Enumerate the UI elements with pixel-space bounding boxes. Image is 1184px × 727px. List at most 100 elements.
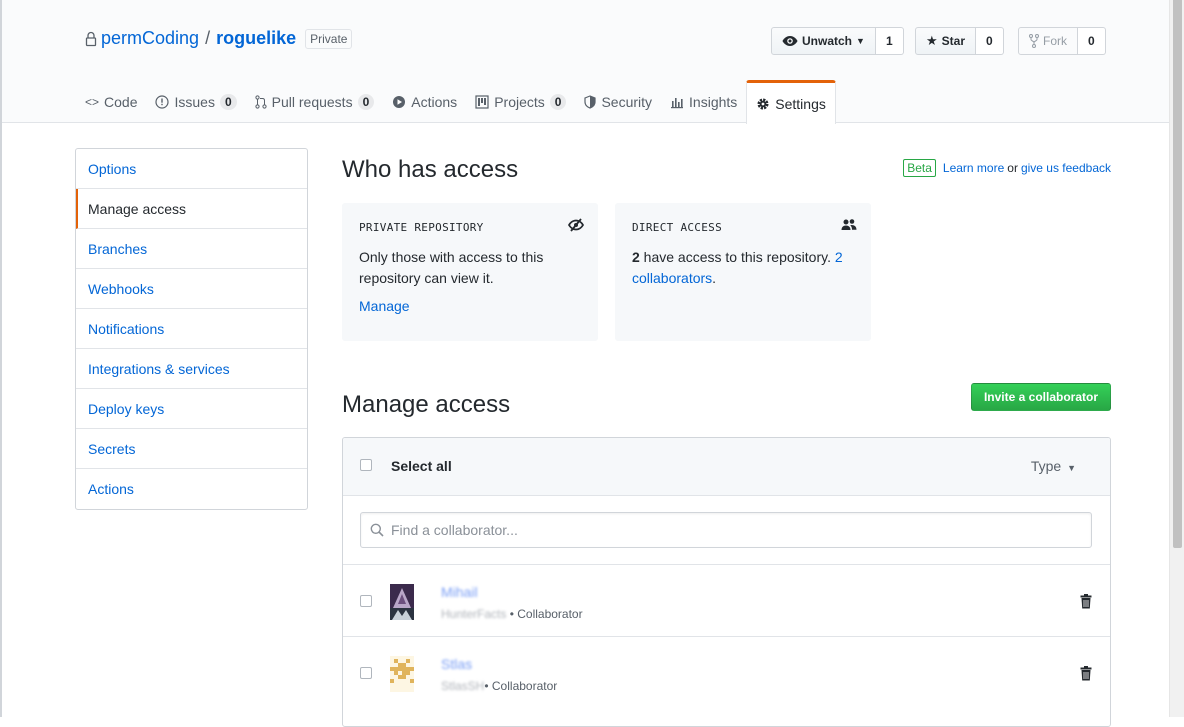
gear-icon (757, 98, 769, 109)
type-filter-dropdown[interactable]: Type ▼ (1031, 458, 1076, 474)
find-collaborator-input[interactable] (389, 521, 1069, 539)
sidebar-item-secrets[interactable]: Secrets (76, 429, 307, 469)
tab-label: Actions (411, 93, 458, 110)
repo-title: permCoding / roguelike Private (84, 28, 353, 49)
sidebar-item-webhooks[interactable]: Webhooks (76, 269, 307, 309)
collaborator-checkbox[interactable] (360, 595, 372, 607)
access-suffix: . (712, 270, 717, 286)
collaborator-username: StlasSH (441, 679, 485, 693)
graph-icon (671, 97, 684, 108)
tab-label: Pull requests (271, 93, 353, 110)
tab-insights[interactable]: Insights (661, 80, 746, 123)
tab-code[interactable]: <> Code (76, 80, 146, 123)
manage-access-title: Manage access (342, 391, 511, 418)
beta-row: Beta Learn more or give us feedback (903, 159, 1111, 177)
search-icon (370, 523, 384, 537)
tab-security[interactable]: Security (575, 80, 661, 123)
watch-label: Unwatch (802, 34, 853, 48)
tab-actions[interactable]: Actions (383, 80, 466, 123)
shield-icon (584, 94, 597, 109)
search-row (343, 496, 1110, 565)
sidebar-item-options[interactable]: Options (76, 149, 307, 189)
private-repository-card: PRIVATE REPOSITORY Only those with acces… (342, 203, 598, 341)
collaborators-header: Select all Type ▼ (343, 438, 1110, 496)
fork-button[interactable]: Fork (1018, 27, 1078, 55)
repo-owner-link[interactable]: permCoding (101, 28, 199, 49)
tab-label: Issues (174, 93, 215, 110)
tab-pull-requests[interactable]: Pull requests 0 (246, 80, 384, 123)
type-filter-label: Type (1030, 458, 1062, 474)
access-text: have access to this repository. (639, 249, 835, 265)
pull-request-icon (255, 94, 267, 109)
settings-sidebar: Options Manage access Branches Webhooks … (75, 148, 308, 510)
tab-settings[interactable]: Settings (746, 80, 836, 124)
tab-projects[interactable]: Projects 0 (466, 80, 575, 123)
star-group: ★ Star 0 (915, 27, 1004, 55)
fork-icon (1029, 34, 1039, 48)
star-label: Star (941, 34, 965, 48)
fork-count[interactable]: 0 (1078, 27, 1106, 55)
star-icon: ★ (926, 33, 938, 48)
collaborator-meta: StlasSH• Collaborator (441, 679, 557, 693)
search-box (360, 512, 1092, 548)
sidebar-item-manage-access[interactable]: Manage access (76, 189, 307, 229)
watch-count[interactable]: 1 (875, 27, 904, 55)
fork-label: Fork (1043, 34, 1067, 48)
direct-card-description: 2 have access to this repository. 2 coll… (632, 247, 854, 289)
manage-link[interactable]: Manage (359, 298, 581, 314)
select-all-checkbox[interactable] (360, 459, 372, 471)
collaborator-checkbox[interactable] (360, 667, 372, 679)
tab-label: Settings (775, 95, 826, 112)
feedback-link[interactable]: give us feedback (1021, 161, 1111, 175)
sidebar-item-branches[interactable]: Branches (76, 229, 307, 269)
sidebar-item-integrations[interactable]: Integrations & services (76, 349, 307, 389)
select-all-label: Select all (391, 458, 452, 474)
tab-label: Code (104, 93, 138, 110)
collaborator-name[interactable]: Mihail (441, 584, 478, 600)
issue-icon (155, 94, 170, 109)
collaborator-row: Mihail HunterFacts • Collaborator (343, 565, 1110, 637)
invite-collaborator-button[interactable]: Invite a collaborator (970, 383, 1111, 411)
play-icon (393, 95, 406, 108)
code-icon: <> (85, 94, 100, 109)
collaborator-name[interactable]: Stlas (441, 656, 472, 672)
collaborators-box: Select all Type ▼ Mihail HunterFacts • (342, 437, 1111, 727)
caret-down-icon: ▼ (856, 36, 865, 46)
direct-card-title: DIRECT ACCESS (632, 221, 722, 234)
trash-icon[interactable] (1080, 594, 1092, 609)
project-icon (475, 94, 489, 109)
caret-down-icon: ▼ (1067, 463, 1076, 473)
collaborator-username: HunterFacts (441, 607, 507, 621)
collaborator-meta: HunterFacts • Collaborator (441, 607, 583, 621)
learn-more-link[interactable]: Learn more (943, 161, 1004, 175)
sidebar-item-deploy-keys[interactable]: Deploy keys (76, 389, 307, 429)
tab-label: Security (601, 93, 653, 110)
tab-label: Insights (689, 93, 738, 110)
collaborator-role: • Collaborator (509, 607, 583, 621)
repo-separator: / (205, 28, 211, 48)
avatar (390, 656, 414, 692)
access-count: 2 (632, 249, 640, 265)
lock-icon (85, 31, 97, 46)
tab-label: Projects (494, 93, 545, 110)
direct-access-card: DIRECT ACCESS 2 have access to this repo… (615, 203, 871, 341)
repo-name-link[interactable]: roguelike (216, 28, 296, 49)
tab-issues[interactable]: Issues 0 (146, 80, 245, 123)
trash-icon[interactable] (1080, 666, 1092, 681)
visibility-badge: Private (305, 28, 353, 49)
projects-counter: 0 (549, 93, 567, 110)
beta-badge: Beta (903, 159, 936, 177)
watch-button[interactable]: Unwatch ▼ (771, 27, 876, 55)
who-has-access-title: Who has access (342, 156, 519, 183)
star-count[interactable]: 0 (976, 27, 1004, 55)
avatar (390, 584, 414, 620)
star-button[interactable]: ★ Star (915, 27, 976, 55)
sidebar-item-actions[interactable]: Actions (76, 469, 307, 509)
scrollbar-thumb[interactable] (1173, 0, 1182, 548)
sidebar-item-notifications[interactable]: Notifications (76, 309, 307, 349)
eye-closed-icon (568, 218, 584, 232)
collaborator-row: Stlas StlasSH• Collaborator (343, 637, 1110, 709)
scrollbar[interactable] (1169, 0, 1184, 717)
or-text: or (1007, 161, 1018, 175)
repo-header: permCoding / roguelike Private Unwatch ▼… (2, 0, 1169, 124)
